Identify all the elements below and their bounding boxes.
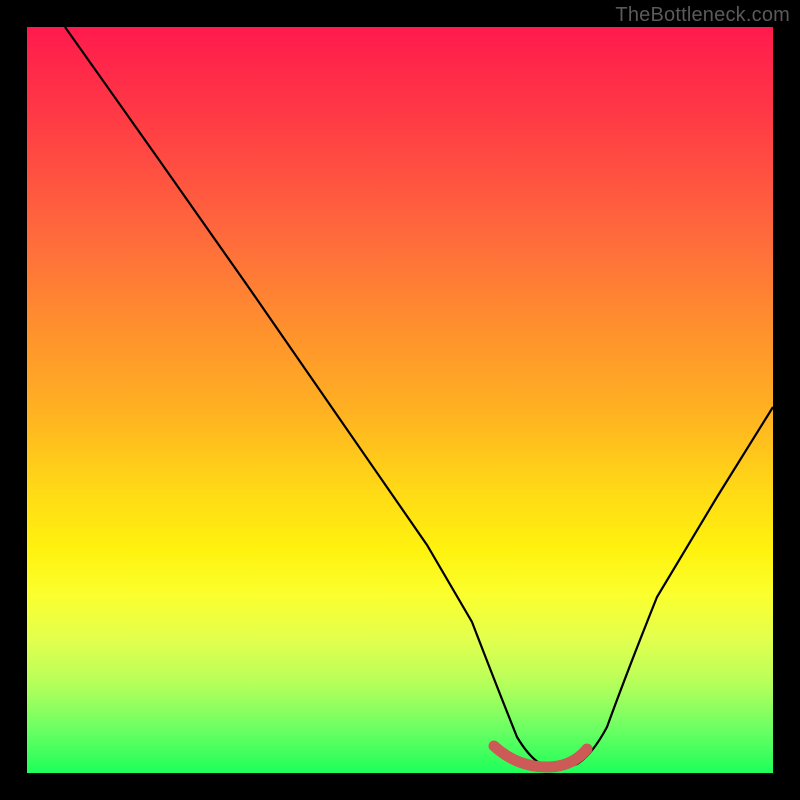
chart-frame: TheBottleneck.com [0, 0, 800, 800]
bottleneck-curve [65, 27, 773, 768]
bottleneck-curve-svg [27, 27, 773, 773]
plot-area [27, 27, 773, 773]
optimal-range-marker [494, 746, 587, 767]
attribution-text: TheBottleneck.com [615, 4, 790, 27]
